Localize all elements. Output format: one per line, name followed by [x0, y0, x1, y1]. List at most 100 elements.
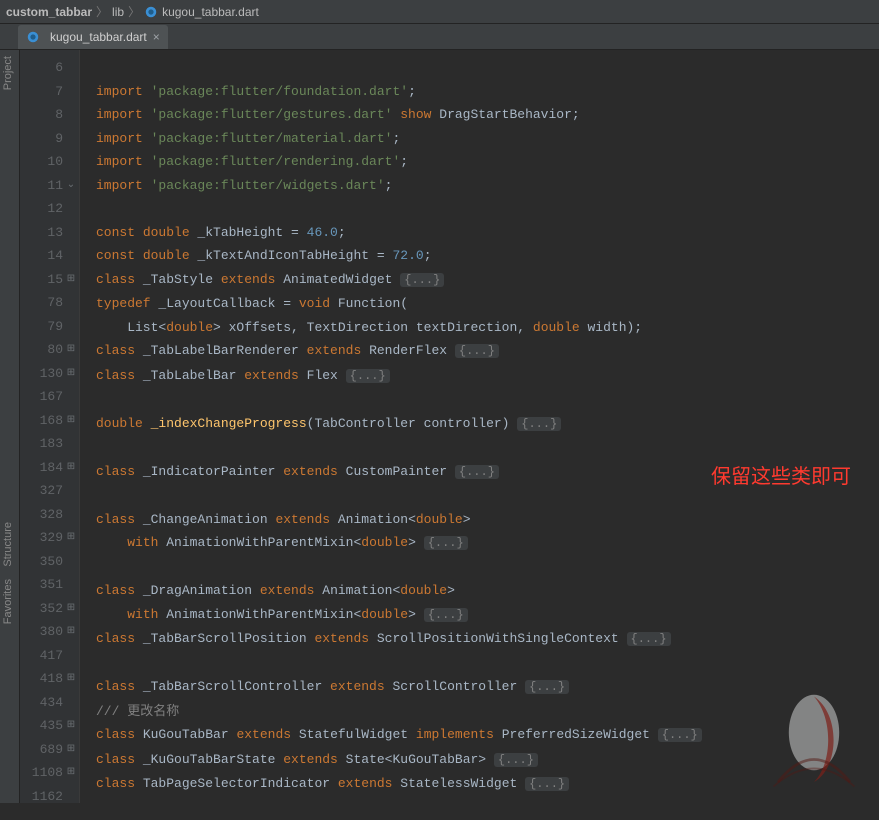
- line-number[interactable]: 79: [20, 315, 63, 339]
- code-line[interactable]: import 'package:flutter/foundation.dart'…: [96, 80, 879, 104]
- folded-region[interactable]: {...}: [455, 344, 499, 358]
- code-line[interactable]: with AnimationWithParentMixin<double> {.…: [96, 603, 879, 628]
- code-line[interactable]: import 'package:flutter/widgets.dart';: [96, 174, 879, 198]
- folded-region[interactable]: {...}: [455, 465, 499, 479]
- fold-toggle-icon[interactable]: ⊞: [65, 268, 77, 292]
- line-number[interactable]: 130: [20, 362, 63, 386]
- code-line[interactable]: List<double> xOffsets, TextDirection tex…: [96, 316, 879, 340]
- line-number[interactable]: 13: [20, 221, 63, 245]
- line-number[interactable]: 78: [20, 291, 63, 315]
- code-line[interactable]: import 'package:flutter/gestures.dart' s…: [96, 103, 879, 127]
- folded-region[interactable]: {...}: [525, 777, 569, 791]
- fold-toggle-icon[interactable]: ⊞: [65, 597, 77, 621]
- code-line[interactable]: [96, 436, 879, 460]
- line-number[interactable]: 9: [20, 127, 63, 151]
- code-line[interactable]: import 'package:flutter/rendering.dart';: [96, 150, 879, 174]
- line-number[interactable]: 350: [20, 550, 63, 574]
- code-line[interactable]: class _TabLabelBarRenderer extends Rende…: [96, 339, 879, 364]
- line-number[interactable]: 15: [20, 268, 63, 292]
- code-token: 'package:flutter/widgets.dart': [151, 178, 385, 193]
- code-line[interactable]: [96, 388, 879, 412]
- code-line[interactable]: const double _kTabHeight = 46.0;: [96, 221, 879, 245]
- line-number[interactable]: 6: [20, 56, 63, 80]
- line-number[interactable]: 434: [20, 691, 63, 715]
- code-line[interactable]: import 'package:flutter/material.dart';: [96, 127, 879, 151]
- code-line[interactable]: class _TabBarScrollController extends Sc…: [96, 675, 879, 700]
- code-line[interactable]: class _ChangeAnimation extends Animation…: [96, 508, 879, 532]
- line-number[interactable]: 11: [20, 174, 63, 198]
- line-number[interactable]: 1108: [20, 761, 63, 785]
- fold-toggle-icon[interactable]: ⊞: [65, 620, 77, 644]
- line-number[interactable]: 380: [20, 620, 63, 644]
- fold-toggle-icon[interactable]: ⊞: [65, 456, 77, 480]
- code-line[interactable]: const double _kTextAndIconTabHeight = 72…: [96, 244, 879, 268]
- close-icon[interactable]: ×: [153, 30, 160, 44]
- code-line[interactable]: [96, 56, 879, 80]
- code-line[interactable]: class KuGouTabBar extends StatefulWidget…: [96, 723, 879, 748]
- tool-structure[interactable]: Structure: [0, 516, 16, 573]
- folded-region[interactable]: {...}: [346, 369, 390, 383]
- line-number[interactable]: 7: [20, 80, 63, 104]
- folded-region[interactable]: {...}: [627, 632, 671, 646]
- folded-region[interactable]: {...}: [424, 608, 468, 622]
- line-number[interactable]: 8: [20, 103, 63, 127]
- line-number[interactable]: 12: [20, 197, 63, 221]
- code-editor[interactable]: 6789101112131415787980130167168183184327…: [20, 50, 879, 803]
- fold-toggle-icon[interactable]: ⊞: [65, 714, 77, 738]
- tab-kugou-tabbar[interactable]: kugou_tabbar.dart ×: [18, 25, 168, 49]
- code-line[interactable]: [96, 556, 879, 580]
- code-line[interactable]: double _indexChangeProgress(TabControlle…: [96, 412, 879, 437]
- line-number[interactable]: 351: [20, 573, 63, 597]
- code-line[interactable]: class _TabStyle extends AnimatedWidget {…: [96, 268, 879, 293]
- line-number[interactable]: 417: [20, 644, 63, 668]
- folded-region[interactable]: {...}: [525, 680, 569, 694]
- line-number[interactable]: 167: [20, 385, 63, 409]
- breadcrumb-file[interactable]: kugou_tabbar.dart: [144, 5, 259, 19]
- breadcrumb-folder[interactable]: lib: [112, 5, 124, 19]
- line-number[interactable]: 435: [20, 714, 63, 738]
- code-line[interactable]: [96, 197, 879, 221]
- line-number[interactable]: 168: [20, 409, 63, 433]
- breadcrumb[interactable]: custom_tabbar 〉 lib 〉 kugou_tabbar.dart: [0, 0, 879, 24]
- fold-toggle-icon[interactable]: ⊞: [65, 362, 77, 386]
- line-number[interactable]: 689: [20, 738, 63, 762]
- folded-region[interactable]: {...}: [517, 417, 561, 431]
- folded-region[interactable]: {...}: [658, 728, 702, 742]
- line-number[interactable]: 328: [20, 503, 63, 527]
- fold-toggle-icon[interactable]: ⊞: [65, 738, 77, 762]
- code-line[interactable]: [96, 652, 879, 676]
- code-line[interactable]: [96, 797, 879, 820]
- code-line[interactable]: with AnimationWithParentMixin<double> {.…: [96, 531, 879, 556]
- fold-toggle-icon[interactable]: ⌄: [65, 174, 77, 198]
- line-number[interactable]: 327: [20, 479, 63, 503]
- folded-region[interactable]: {...}: [400, 273, 444, 287]
- code-line[interactable]: class TabPageSelectorIndicator extends S…: [96, 772, 879, 797]
- fold-toggle-icon[interactable]: ⊞: [65, 667, 77, 691]
- tool-project[interactable]: Project: [0, 50, 16, 96]
- folded-region[interactable]: {...}: [424, 536, 468, 550]
- folded-region[interactable]: {...}: [494, 753, 538, 767]
- fold-toggle-icon[interactable]: ⊞: [65, 409, 77, 433]
- fold-toggle-icon[interactable]: ⊞: [65, 761, 77, 785]
- line-number[interactable]: 418: [20, 667, 63, 691]
- code-area[interactable]: import 'package:flutter/foundation.dart'…: [80, 50, 879, 803]
- line-number[interactable]: 329: [20, 526, 63, 550]
- fold-toggle-icon[interactable]: ⊞: [65, 526, 77, 550]
- code-line[interactable]: class _KuGouTabBarState extends State<Ku…: [96, 748, 879, 773]
- line-number[interactable]: 352: [20, 597, 63, 621]
- code-line[interactable]: typedef _LayoutCallback = void Function(: [96, 292, 879, 316]
- fold-toggle-icon[interactable]: ⊞: [65, 338, 77, 362]
- line-gutter[interactable]: 6789101112131415787980130167168183184327…: [20, 50, 80, 803]
- line-number[interactable]: 1162: [20, 785, 63, 809]
- tool-favorites[interactable]: Favorites: [0, 573, 16, 630]
- line-number[interactable]: 80: [20, 338, 63, 362]
- breadcrumb-project[interactable]: custom_tabbar: [6, 5, 92, 19]
- code-line[interactable]: /// 更改名称: [96, 700, 879, 724]
- line-number[interactable]: 183: [20, 432, 63, 456]
- code-line[interactable]: class _TabBarScrollPosition extends Scro…: [96, 627, 879, 652]
- code-line[interactable]: class _DragAnimation extends Animation<d…: [96, 579, 879, 603]
- line-number[interactable]: 10: [20, 150, 63, 174]
- line-number[interactable]: 14: [20, 244, 63, 268]
- line-number[interactable]: 184: [20, 456, 63, 480]
- code-line[interactable]: class _TabLabelBar extends Flex {...}: [96, 364, 879, 389]
